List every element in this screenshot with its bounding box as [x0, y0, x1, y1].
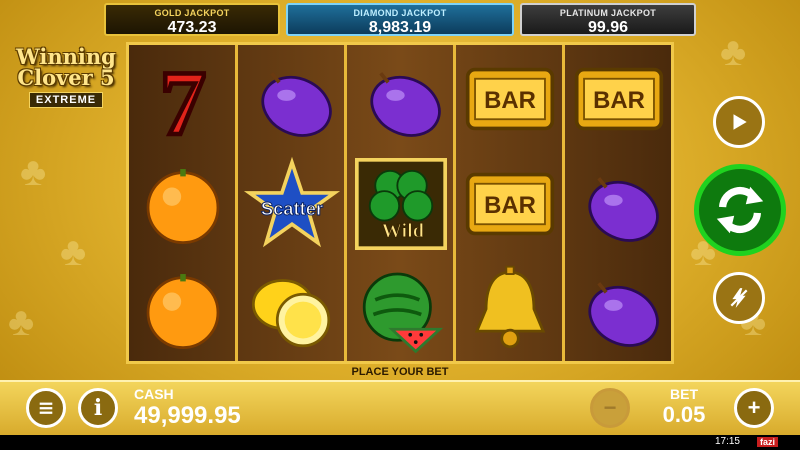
symbol-scatter: Scatter: [240, 152, 344, 256]
symbol-bell: [458, 257, 562, 361]
cash-value: 49,999.95: [134, 402, 241, 429]
orange-icon: [146, 274, 220, 350]
symbol-bar: BAR: [458, 47, 562, 151]
bet-label: BET: [670, 386, 698, 402]
symbol-clover-wild: Wild: [349, 152, 453, 256]
game-logo: Winning Clover 5 EXTREME: [12, 46, 120, 108]
plus-icon: +: [747, 395, 761, 420]
seven-label: 7: [160, 52, 206, 154]
logo-title-line1: Winning: [16, 44, 116, 69]
bar-label: BAR: [593, 87, 645, 114]
wild-label: Wild: [382, 220, 425, 242]
lightning-icon: [730, 288, 748, 308]
background-clover-icon: ♣: [720, 30, 747, 74]
symbol-plum: [240, 47, 344, 151]
diamond-jackpot-value: 8,983.19: [368, 19, 432, 36]
bet-value: 0.05: [662, 402, 706, 427]
platinum-jackpot-value: 99.96: [587, 19, 629, 36]
cash-label: CASH: [134, 386, 174, 402]
bar-icon: BAR: [465, 172, 555, 236]
bell-icon: [474, 265, 546, 349]
autoplay-button[interactable]: [713, 96, 765, 148]
decrease-bet-button[interactable]: −: [590, 388, 630, 428]
turbo-button[interactable]: [713, 272, 765, 324]
brand-logo: fazi: [756, 437, 778, 447]
info-button[interactable]: i: [78, 388, 118, 428]
symbol-bar: BAR: [458, 152, 562, 256]
reel-grid: 7 Scatter Wild BAR BAR BAR: [126, 42, 674, 364]
bar-label: BAR: [484, 87, 536, 114]
gold-jackpot-value: 473.23: [167, 19, 217, 36]
bar-icon: BAR: [465, 67, 555, 131]
symbol-orange: [131, 257, 235, 361]
gold-jackpot-label: GOLD JACKPOT: [154, 8, 230, 18]
diamond-jackpot-label: DIAMOND JACKPOT: [353, 8, 447, 18]
increase-bet-button[interactable]: +: [734, 388, 774, 428]
plum-icon: [261, 72, 332, 137]
info-icon: i: [93, 395, 103, 421]
symbol-lemon: [240, 257, 344, 361]
background-clover-icon: ♣: [20, 150, 47, 194]
minus-icon: −: [603, 395, 617, 420]
clover-wild-icon: Wild: [355, 158, 447, 250]
menu-button[interactable]: [26, 388, 66, 428]
symbol-orange: [131, 152, 235, 256]
orange-icon: [146, 169, 220, 245]
reel-divider: [235, 45, 238, 361]
symbol-plum: [349, 47, 453, 151]
seven-icon: 7: [158, 50, 209, 157]
logo-title-line2: Clover 5: [17, 65, 115, 90]
watermelon-icon: [362, 272, 444, 354]
reel-divider: [562, 45, 565, 361]
symbol-seven: 7: [131, 47, 235, 157]
reel-divider: [344, 45, 347, 361]
menu-icon: [39, 402, 53, 414]
background-clover-icon: ♣: [8, 300, 35, 344]
plum-icon: [370, 72, 441, 137]
bar-label: BAR: [484, 192, 536, 219]
symbol-bar: BAR: [567, 47, 671, 151]
bar-icon: BAR: [574, 67, 664, 131]
plum-icon: [588, 282, 659, 347]
platinum-jackpot-label: PLATINUM JACKPOT: [559, 8, 657, 18]
logo-extreme-badge: EXTREME: [28, 92, 104, 108]
clock: 17:15: [714, 436, 740, 447]
scatter-label: Scatter: [261, 198, 323, 219]
platinum-jackpot: PLATINUM JACKPOT 99.96: [520, 3, 696, 36]
reel-divider: [453, 45, 456, 361]
star-icon: Scatter: [243, 156, 341, 248]
background-clover-icon: ♣: [60, 230, 87, 274]
system-status-bar: 17:15 fazi: [0, 435, 800, 450]
plum-icon: [588, 177, 659, 242]
spin-arrows-icon: [716, 186, 764, 234]
symbol-plum: [567, 152, 671, 256]
play-icon: [733, 114, 747, 130]
place-bet-message: PLACE YOUR BET: [351, 366, 449, 378]
gold-jackpot: GOLD JACKPOT 473.23: [104, 3, 280, 36]
diamond-jackpot: DIAMOND JACKPOT 8,983.19: [286, 3, 514, 36]
lemon-icon: [251, 279, 331, 348]
symbol-plum: [567, 257, 671, 361]
symbol-watermelon: [349, 257, 453, 361]
spin-button[interactable]: [694, 164, 786, 256]
